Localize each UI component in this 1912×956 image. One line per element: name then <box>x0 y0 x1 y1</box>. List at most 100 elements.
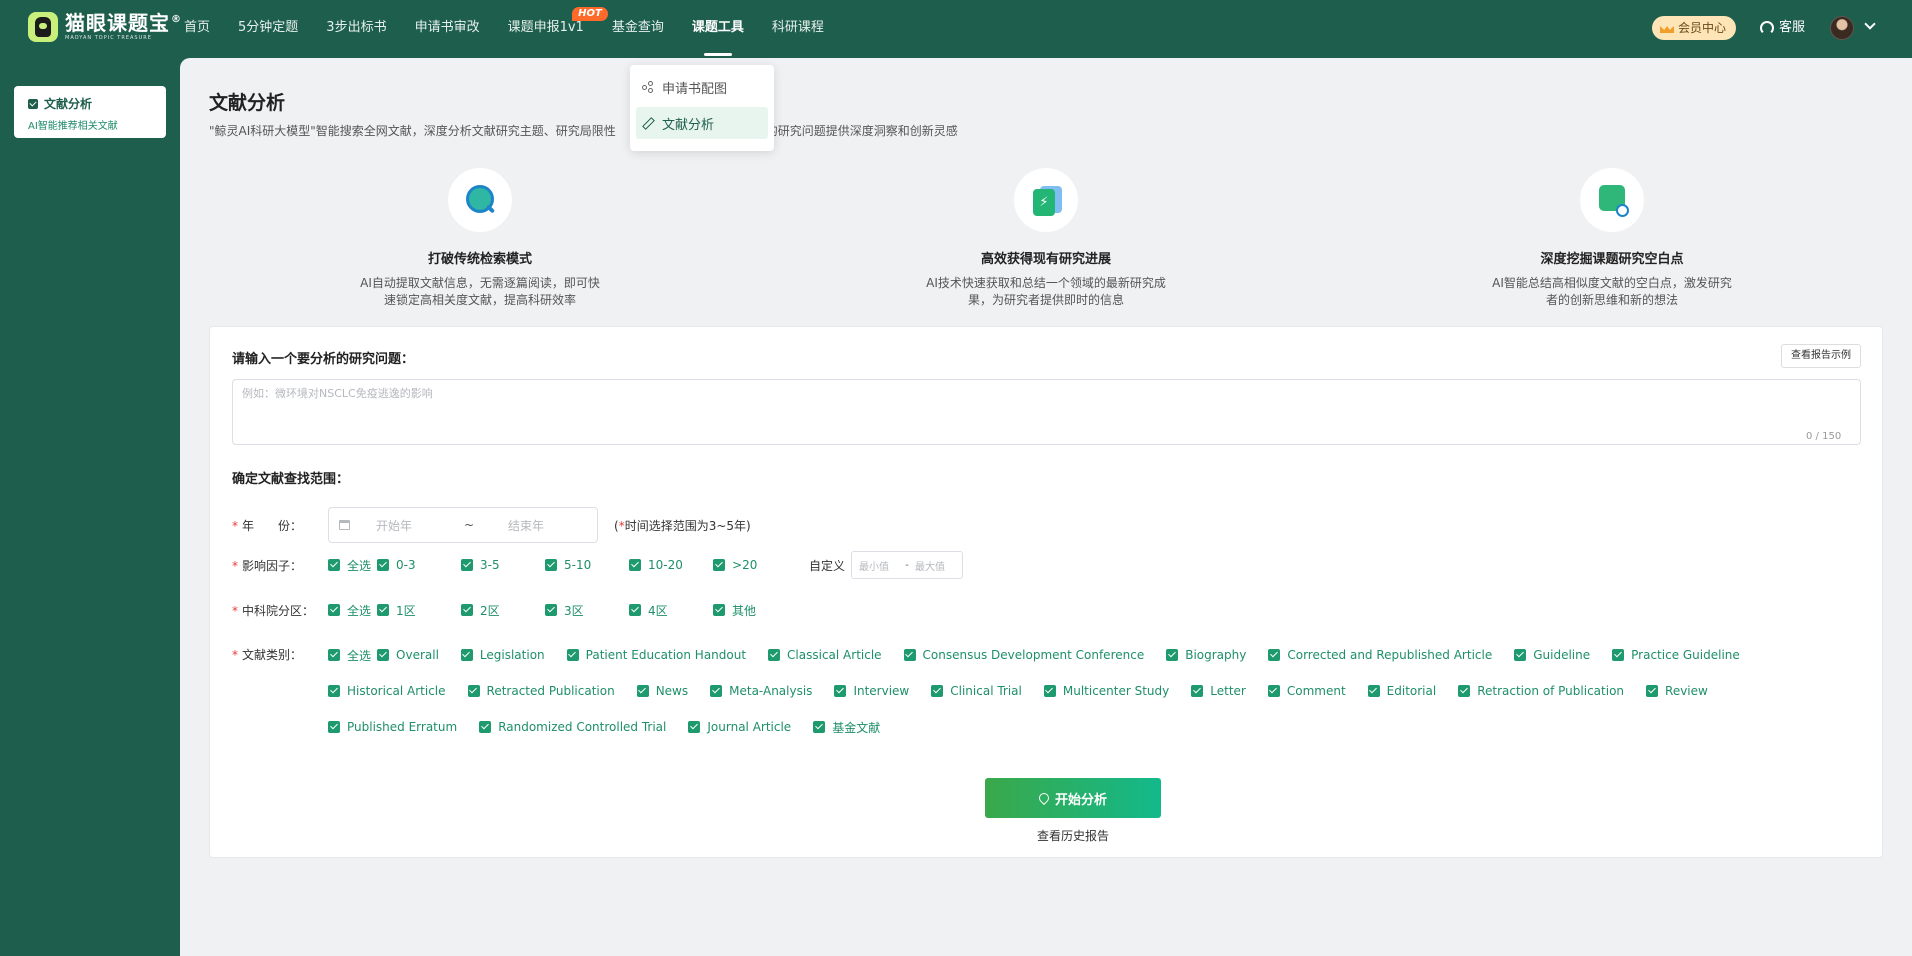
doc-type-option-label: Journal Article <box>707 720 792 734</box>
doc-type-checkbox[interactable]: News <box>636 673 689 709</box>
checkbox-checked-icon <box>713 559 726 571</box>
view-report-example-button[interactable]: 查看报告示例 <box>1781 344 1861 368</box>
research-question-input[interactable] <box>232 379 1861 445</box>
doc-type-checkbox[interactable]: Comment <box>1267 673 1346 709</box>
doc-type-checkbox[interactable]: Consensus Development Conference <box>903 637 1145 673</box>
impact-factor-checkbox[interactable]: 全选 <box>328 547 371 583</box>
start-analysis-button[interactable]: 开始分析 <box>985 778 1161 818</box>
avatar[interactable] <box>1830 16 1854 40</box>
main-content: 文献分析 "鲸灵AI科研大模型"智能搜索全网文献，深度分析文献研究主题、研究局限… <box>180 58 1912 956</box>
impact-factor-checkbox[interactable]: >20 <box>713 547 775 583</box>
custom-label: 自定义 <box>809 558 846 573</box>
impact-factor-label: * 影响因子： <box>232 558 303 573</box>
nav-topic-1v1[interactable]: 课题申报1v1 HOT <box>508 0 608 56</box>
checkbox-checked-icon <box>377 604 390 616</box>
menu-item-figures[interactable]: 申请书配图 <box>636 71 768 103</box>
doc-type-options: 全选 Overall Legislation Patient Education Ha… <box>328 637 1768 745</box>
sidebar-item-desc: AI智能推荐相关文献 <box>28 121 118 132</box>
chevron-down-icon[interactable] <box>1864 18 1876 30</box>
feature-title: 高效获得现有研究进展 <box>980 252 1111 267</box>
impact-factor-checkbox[interactable]: 0-3 <box>377 547 439 583</box>
doc-type-option-label: Historical Article <box>347 684 446 698</box>
doc-type-checkbox[interactable]: Classical Article <box>768 637 882 673</box>
nav-topic-tools[interactable]: 课题工具 <box>692 0 744 56</box>
nav-home[interactable]: 首页 <box>184 0 210 56</box>
checkbox-checked-icon <box>710 685 723 697</box>
vip-label: 会员中心 <box>1678 21 1727 35</box>
cas-zone-checkbox[interactable]: 其他 <box>713 592 775 628</box>
doc-type-checkbox[interactable]: Review <box>1646 673 1708 709</box>
menu-item-label: 申请书配图 <box>662 81 728 97</box>
checkbox-checked-icon <box>1268 649 1281 661</box>
menu-item-label: 文献分析 <box>662 117 715 133</box>
impact-factor-option-label: 3-5 <box>480 558 500 572</box>
impact-factor-checkbox[interactable]: 3-5 <box>461 547 523 583</box>
doc-type-checkbox[interactable]: Journal Article <box>688 709 791 745</box>
nav-fund-search[interactable]: 基金查询 <box>612 0 664 56</box>
doc-type-checkbox[interactable]: Biography <box>1166 637 1246 673</box>
doc-type-checkbox[interactable]: Editorial <box>1367 673 1436 709</box>
doc-type-checkbox[interactable]: Randomized Controlled Trial <box>479 709 666 745</box>
nav-5min-topic[interactable]: 5分钟定题 <box>238 0 298 56</box>
doc-type-option-label: Practice Guideline <box>1631 648 1740 662</box>
doc-type-checkbox[interactable]: Overall <box>377 637 439 673</box>
checkbox-checked-icon <box>328 721 340 733</box>
impact-range-input[interactable]: 最小值 - 最大值 <box>851 551 964 579</box>
cas-zone-checkbox[interactable]: 2区 <box>461 592 523 628</box>
doc-type-checkbox[interactable]: 全选 <box>328 637 371 673</box>
checkbox-checked-icon <box>328 685 340 697</box>
doc-type-option-label: Biography <box>1185 648 1247 662</box>
logo[interactable]: 猫眼课题宝 ® MAOYAN TOPIC TREASURE <box>28 12 181 42</box>
doc-type-checkbox[interactable]: 基金文献 <box>813 709 880 745</box>
impact-factor-checkbox[interactable]: 10-20 <box>629 547 691 583</box>
calendar-icon <box>339 520 350 530</box>
doc-type-checkbox[interactable]: Letter <box>1191 673 1246 709</box>
doc-type-checkbox[interactable]: Historical Article <box>328 673 446 709</box>
doc-type-checkbox[interactable]: Practice Guideline <box>1612 637 1740 673</box>
hot-badge: HOT <box>572 7 608 21</box>
cas-zone-checkbox[interactable]: 3区 <box>545 592 607 628</box>
feature-card: 高效获得现有研究进展 AI技术快速获取和总结一个领域的最新研究成果，为研究者提供… <box>911 168 1181 309</box>
checkbox-checked-icon <box>461 604 474 616</box>
doc-type-label: * 文献类别： <box>232 648 303 662</box>
service-label: 客服 <box>1779 20 1806 35</box>
view-history-link[interactable]: 查看历史报告 <box>985 827 1161 844</box>
doc-type-checkbox[interactable]: Interview <box>834 673 909 709</box>
page-description: "鲸灵AI科研大模型"智能搜索全网文献，深度分析文献研究主题、研究局限性 的研究问… <box>209 122 958 139</box>
doc-type-checkbox[interactable]: Patient Education Handout <box>566 637 746 673</box>
year-range-picker[interactable]: 开始年 ~ 结束年 <box>328 507 598 543</box>
doc-type-checkbox[interactable]: Corrected and Republished Article <box>1268 637 1492 673</box>
customer-service-button[interactable]: 客服 <box>1760 16 1805 40</box>
doc-type-checkbox[interactable]: Guideline <box>1514 637 1590 673</box>
doc-type-option-label: Consensus Development Conference <box>922 648 1145 662</box>
doc-type-checkbox[interactable]: Meta-Analysis <box>710 673 812 709</box>
doc-type-checkbox[interactable]: Clinical Trial <box>931 673 1022 709</box>
nav-proposal-review[interactable]: 申请书审改 <box>415 0 480 56</box>
doc-type-checkbox[interactable]: Retraction of Publication <box>1458 673 1624 709</box>
checkbox-checked-icon <box>629 604 642 616</box>
doc-type-option-label: Retracted Publication <box>486 684 615 698</box>
doc-type-checkbox[interactable]: Legislation <box>460 637 545 673</box>
nav-3step-proposal[interactable]: 3步出标书 <box>326 0 386 56</box>
checkbox-checked-icon <box>1458 685 1471 697</box>
cas-zone-checkbox[interactable]: 4区 <box>629 592 691 628</box>
doc-type-checkbox[interactable]: Published Erratum <box>328 709 457 745</box>
vip-center-button[interactable]: 会员中心 <box>1652 16 1737 40</box>
checkbox-checked-icon <box>713 604 726 616</box>
cas-zone-checkbox[interactable]: 1区 <box>377 592 439 628</box>
sidebar-item-title: 文献分析 <box>44 97 93 111</box>
doc-type-option-label: Letter <box>1210 684 1246 698</box>
sidebar-item-literature-analysis[interactable]: 文献分析 AI智能推荐相关文献 <box>14 86 166 138</box>
doc-type-option-label: Comment <box>1286 684 1346 698</box>
checkbox-checked-icon <box>479 721 492 733</box>
checkbox-checked-icon <box>566 649 579 661</box>
menu-item-literature-analysis[interactable]: 文献分析 <box>636 107 768 139</box>
nav-research-course[interactable]: 科研课程 <box>772 0 824 56</box>
doc-type-checkbox[interactable]: Multicenter Study <box>1043 673 1169 709</box>
impact-factor-checkbox[interactable]: 5-10 <box>545 547 607 583</box>
cas-zone-option-label: 其他 <box>732 603 757 618</box>
cas-zone-checkbox[interactable]: 全选 <box>328 592 371 628</box>
checkbox-checked-icon <box>834 685 847 697</box>
doc-type-option-label: News <box>655 684 689 698</box>
doc-type-checkbox[interactable]: Retracted Publication <box>467 673 615 709</box>
